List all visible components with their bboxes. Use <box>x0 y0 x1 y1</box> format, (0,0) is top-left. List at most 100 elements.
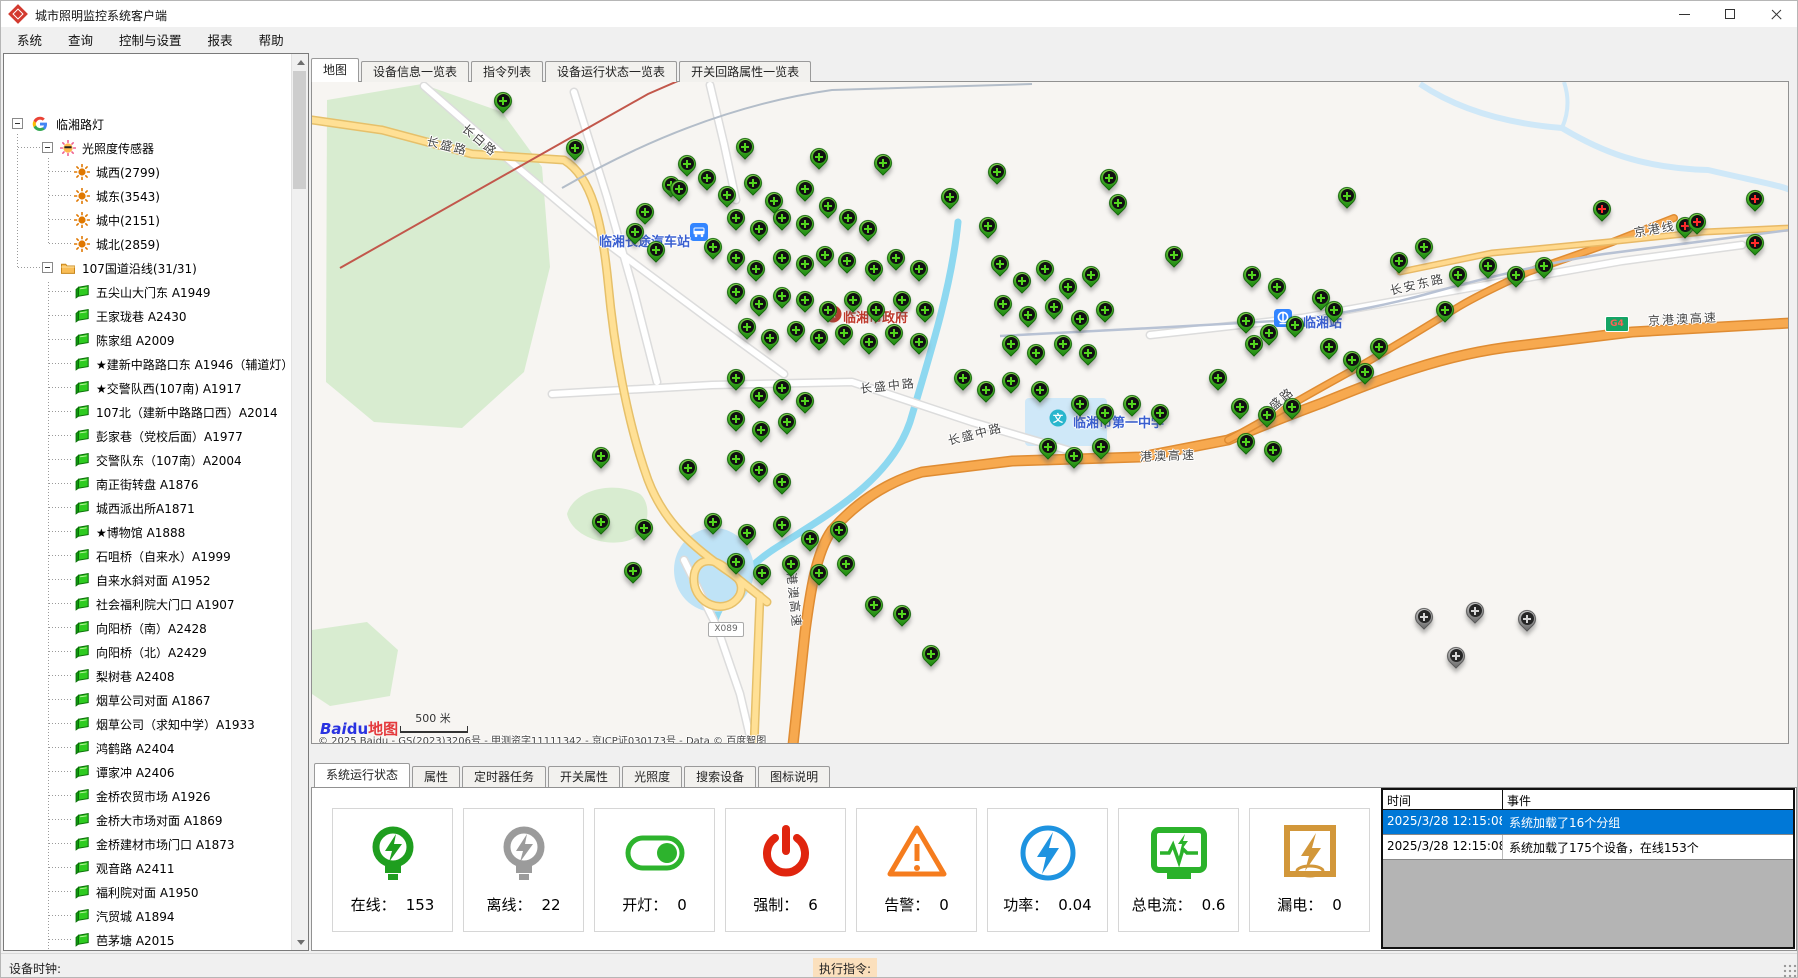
map-tab-3[interactable]: 设备运行状态一览表 <box>545 61 677 82</box>
map-pin-green[interactable] <box>725 208 747 236</box>
bottom-tab-5[interactable]: 搜索设备 <box>684 766 756 787</box>
map-pin-green[interactable] <box>1207 368 1229 396</box>
map-pin-green[interactable] <box>624 222 646 250</box>
map-pin-green[interactable] <box>799 529 821 557</box>
map-pin-green[interactable] <box>702 237 724 265</box>
map-pin-green[interactable] <box>808 328 830 356</box>
map-pin-green[interactable] <box>794 290 816 318</box>
map-pin-green[interactable] <box>776 412 798 440</box>
map-pin-green[interactable] <box>725 248 747 276</box>
map-pin-green[interactable] <box>785 320 807 348</box>
map-pin-green[interactable] <box>872 153 894 181</box>
map-pin-red[interactable] <box>1591 199 1613 227</box>
map-pin-green[interactable] <box>1323 300 1345 328</box>
map-pin-green[interactable] <box>837 208 859 236</box>
map-pin-green[interactable] <box>734 137 756 165</box>
map-pin-green[interactable] <box>808 147 830 175</box>
map-tab-0[interactable]: 地图 <box>311 58 359 82</box>
map-pin-green[interactable] <box>1368 337 1390 365</box>
map-pin-green[interactable] <box>771 472 793 500</box>
map-pin-green[interactable] <box>989 254 1011 282</box>
bottom-tab-0[interactable]: 系统运行状态 <box>314 763 410 787</box>
bottom-tab-6[interactable]: 图标说明 <box>758 766 830 787</box>
resize-grip[interactable] <box>1783 964 1797 978</box>
map-pin-green[interactable] <box>1052 334 1074 362</box>
map-pin-green[interactable] <box>622 561 644 589</box>
close-button[interactable] <box>1754 1 1798 27</box>
map-tab-2[interactable]: 指令列表 <box>471 61 543 82</box>
map-pin-green[interactable] <box>1029 380 1051 408</box>
map-pin-green[interactable] <box>771 248 793 276</box>
map-pin-green[interactable] <box>908 332 930 360</box>
map-pin-green[interactable] <box>1354 362 1376 390</box>
map-pin-green[interactable] <box>1063 446 1085 474</box>
map-pin-green[interactable] <box>1505 265 1527 293</box>
map-pin-red[interactable] <box>1744 233 1766 261</box>
map-pin-green[interactable] <box>1477 256 1499 284</box>
map-pin-green[interactable] <box>908 259 930 287</box>
bottom-tab-3[interactable]: 开关属性 <box>548 766 620 787</box>
map-pin-green[interactable] <box>771 208 793 236</box>
map-pin-red[interactable] <box>1686 212 1708 240</box>
map-pin-green[interactable] <box>833 323 855 351</box>
bottom-tab-2[interactable]: 定时器任务 <box>462 766 546 787</box>
scrollbar-thumb[interactable] <box>293 71 306 189</box>
map-pin-green[interactable] <box>977 216 999 244</box>
map-pin-green[interactable] <box>842 290 864 318</box>
menu-item-3[interactable]: 报表 <box>198 27 243 52</box>
map-tab-1[interactable]: 设备信息一览表 <box>361 61 469 82</box>
map-pin-green[interactable] <box>736 317 758 345</box>
map-pin-green[interactable] <box>1037 437 1059 465</box>
map-pin-gray[interactable] <box>1516 609 1538 637</box>
map-pin-green[interactable] <box>794 214 816 242</box>
map-pin-green[interactable] <box>1107 193 1129 221</box>
map-pin-green[interactable] <box>1034 259 1056 287</box>
map-pin-green[interactable] <box>1336 186 1358 214</box>
map-pin-green[interactable] <box>1413 237 1435 265</box>
map-pin-green[interactable] <box>1447 265 1469 293</box>
map-pin-green[interactable] <box>835 554 857 582</box>
map-pin-green[interactable] <box>1043 297 1065 325</box>
map-pin-gray[interactable] <box>1413 607 1435 635</box>
map-pin-green[interactable] <box>645 240 667 268</box>
map-pin-green[interactable] <box>1235 432 1257 460</box>
menu-item-1[interactable]: 查询 <box>58 27 103 52</box>
map-pin-green[interactable] <box>771 286 793 314</box>
map-pin-green[interactable] <box>986 162 1008 190</box>
map-pin-green[interactable] <box>751 563 773 591</box>
scroll-down-arrow-icon[interactable] <box>292 934 308 950</box>
map-pin-red[interactable] <box>1744 189 1766 217</box>
map-pin-green[interactable] <box>492 91 514 119</box>
map-pin-green[interactable] <box>780 554 802 582</box>
map-pin-green[interactable] <box>1069 309 1091 337</box>
map-pin-green[interactable] <box>828 520 850 548</box>
expand-toggle-icon[interactable] <box>42 142 53 153</box>
map-tab-4[interactable]: 开关回路属性一览表 <box>679 61 811 82</box>
map-pin-green[interactable] <box>836 251 858 279</box>
map-pin-green[interactable] <box>1281 397 1303 425</box>
bottom-tab-1[interactable]: 属性 <box>412 766 460 787</box>
map-pin-green[interactable] <box>725 409 747 437</box>
map-pin-green[interactable] <box>885 248 907 276</box>
menu-item-4[interactable]: 帮助 <box>249 27 294 52</box>
map-pin-green[interactable] <box>725 368 747 396</box>
map-pin-green[interactable] <box>1266 277 1288 305</box>
maximize-button[interactable] <box>1708 1 1753 27</box>
scroll-up-arrow-icon[interactable] <box>292 54 308 70</box>
tree-item-1[interactable]: 光照度传感器 <box>4 136 292 160</box>
map-pin-green[interactable] <box>1000 334 1022 362</box>
map-pin-green[interactable] <box>1262 440 1284 468</box>
minimize-button[interactable] <box>1662 1 1707 27</box>
map-pin-green[interactable] <box>1284 315 1306 343</box>
map-pin-green[interactable] <box>891 604 913 632</box>
map-pin-green[interactable] <box>736 523 758 551</box>
tree-item-6[interactable]: 107国道沿线(31/31) <box>4 256 292 280</box>
map-pin-green[interactable] <box>794 179 816 207</box>
map-pin-green[interactable] <box>725 282 747 310</box>
map-pin-green[interactable] <box>1163 245 1185 273</box>
bottom-tab-4[interactable]: 光照度 <box>622 766 682 787</box>
map-pin-green[interactable] <box>817 196 839 224</box>
map-canvas[interactable]: 长盛路长白路长安东路京港线京港澳高速港澳高速京港澳高速长盛路长盛中路长盛中路 临… <box>311 81 1789 744</box>
map-pin-green[interactable] <box>748 386 770 414</box>
event-row-1[interactable]: 2025/3/28 12:15:08系统加载了175个设备，在线153个 <box>1383 835 1793 860</box>
